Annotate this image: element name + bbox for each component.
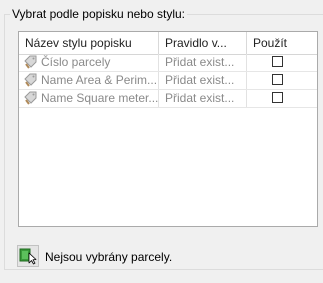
group-title: Vybrat podle popisku nebo stylu: — [10, 7, 187, 21]
label-style-grid: Název stylu popisku Pravidlo v... Použít… — [18, 31, 318, 227]
column-header-rule[interactable]: Pravidlo v... — [159, 32, 247, 54]
use-cell — [247, 72, 317, 89]
use-checkbox[interactable] — [272, 92, 283, 103]
style-name-label: Name Area & Perim... — [41, 73, 158, 87]
rule-cell[interactable]: Přidat exist... — [159, 54, 247, 71]
style-name-label: Name Square meter... — [41, 91, 159, 105]
style-name-cell: Name Area & Perim... — [19, 72, 159, 89]
label-style-icon — [23, 91, 39, 105]
table-row[interactable]: Name Square meter... Přidat exist... — [19, 90, 317, 108]
style-name-cell: Číslo parcely — [19, 54, 159, 71]
use-checkbox[interactable] — [272, 74, 283, 85]
table-row[interactable]: Číslo parcely Přidat exist... — [19, 54, 317, 72]
selection-status-text: Nejsou vybrány parcely. — [45, 250, 173, 264]
use-checkbox[interactable] — [272, 56, 283, 67]
label-style-icon — [23, 73, 39, 87]
column-header-style-name[interactable]: Název stylu popisku — [19, 32, 159, 54]
style-name-label: Číslo parcely — [41, 55, 111, 69]
style-name-cell: Name Square meter... — [19, 90, 159, 107]
use-cell — [247, 90, 317, 107]
table-row[interactable]: Name Area & Perim... Přidat exist... — [19, 72, 317, 90]
label-style-icon — [23, 55, 39, 69]
rule-cell[interactable]: Přidat exist... — [159, 72, 247, 89]
rule-cell[interactable]: Přidat exist... — [159, 90, 247, 107]
use-cell — [247, 54, 317, 71]
column-header-use[interactable]: Použít — [247, 32, 317, 54]
select-parcels-button[interactable] — [17, 245, 39, 267]
select-parcels-icon — [19, 247, 37, 268]
grid-header: Název stylu popisku Pravidlo v... Použít — [19, 32, 317, 55]
